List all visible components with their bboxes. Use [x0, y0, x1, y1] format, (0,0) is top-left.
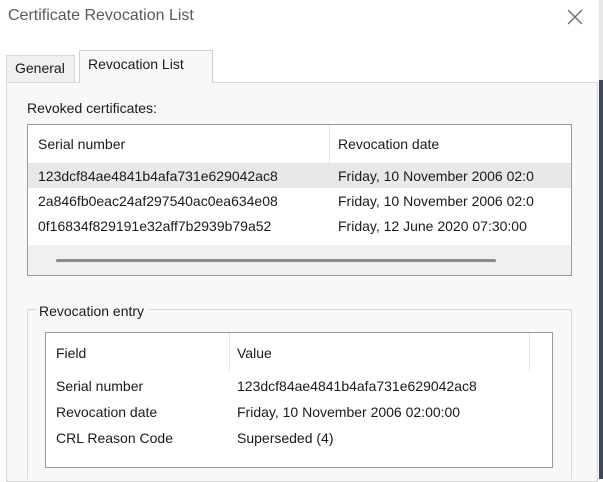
- field-cell: CRL Reason Code: [56, 430, 173, 446]
- revocation-entry-details[interactable]: Field Value Serial number 123dcf84ae4841…: [45, 332, 553, 468]
- detail-row[interactable]: Serial number 123dcf84ae4841b4afa731e629…: [46, 373, 552, 399]
- serial-number-cell: 0f16834f829191e32aff7b2939b79a52: [38, 218, 272, 234]
- certificate-revocation-list-window: Certificate Revocation List General Revo…: [0, 0, 603, 482]
- revocation-date-cell: Friday, 10 November 2006 02:0: [338, 168, 534, 184]
- background-window-edge-top: [599, 0, 603, 80]
- horizontal-scrollbar[interactable]: [28, 245, 571, 275]
- window-title: Certificate Revocation List: [8, 7, 194, 24]
- revocation-entry-label: Revocation entry: [37, 303, 149, 319]
- revocation-date-cell: Friday, 10 November 2006 02:0: [338, 193, 534, 209]
- column-divider[interactable]: [229, 333, 230, 371]
- revocation-list-panel: Revoked certificates: Serial number Revo…: [6, 82, 598, 482]
- value-cell: Friday, 10 November 2006 02:00:00: [237, 404, 461, 420]
- list-header: Serial number Revocation date: [28, 125, 571, 164]
- value-cell: 123dcf84ae4841b4afa731e629042ac8: [237, 378, 477, 394]
- tab-revocation-list[interactable]: Revocation List: [79, 50, 213, 83]
- column-divider[interactable]: [329, 125, 330, 163]
- revoked-certificates-label: Revoked certificates:: [27, 100, 157, 116]
- table-row[interactable]: 0f16834f829191e32aff7b2939b79a52 Friday,…: [28, 214, 571, 238]
- value-cell: Superseded (4): [237, 430, 334, 446]
- table-row[interactable]: 123dcf84ae4841b4afa731e629042ac8 Friday,…: [28, 164, 571, 188]
- serial-number-cell: 2a846fb0eac24af297540ac0ea634e08: [38, 193, 278, 209]
- scrollbar-thumb[interactable]: [56, 259, 496, 262]
- close-button[interactable]: [558, 2, 592, 32]
- field-cell: Serial number: [56, 378, 144, 394]
- title-bar: Certificate Revocation List: [0, 0, 603, 36]
- tab-general[interactable]: General: [6, 55, 75, 82]
- column-header-value[interactable]: Value: [237, 333, 272, 373]
- table-row[interactable]: 2a846fb0eac24af297540ac0ea634e08 Friday,…: [28, 189, 571, 213]
- serial-number-cell: 123dcf84ae4841b4afa731e629042ac8: [38, 168, 278, 184]
- field-cell: Revocation date: [56, 404, 158, 420]
- close-icon: [567, 9, 583, 25]
- detail-row[interactable]: CRL Reason Code Superseded (4): [46, 425, 552, 451]
- column-divider[interactable]: [529, 333, 530, 371]
- revocation-date-cell: Friday, 12 June 2020 07:30:00: [338, 218, 527, 234]
- column-header-revocation-date[interactable]: Revocation date: [338, 125, 439, 163]
- column-header-serial-number[interactable]: Serial number: [38, 125, 125, 163]
- detail-row[interactable]: Revocation date Friday, 10 November 2006…: [46, 399, 552, 425]
- column-header-field[interactable]: Field: [56, 333, 86, 373]
- revoked-certificates-list[interactable]: Serial number Revocation date 123dcf84ae…: [27, 124, 572, 276]
